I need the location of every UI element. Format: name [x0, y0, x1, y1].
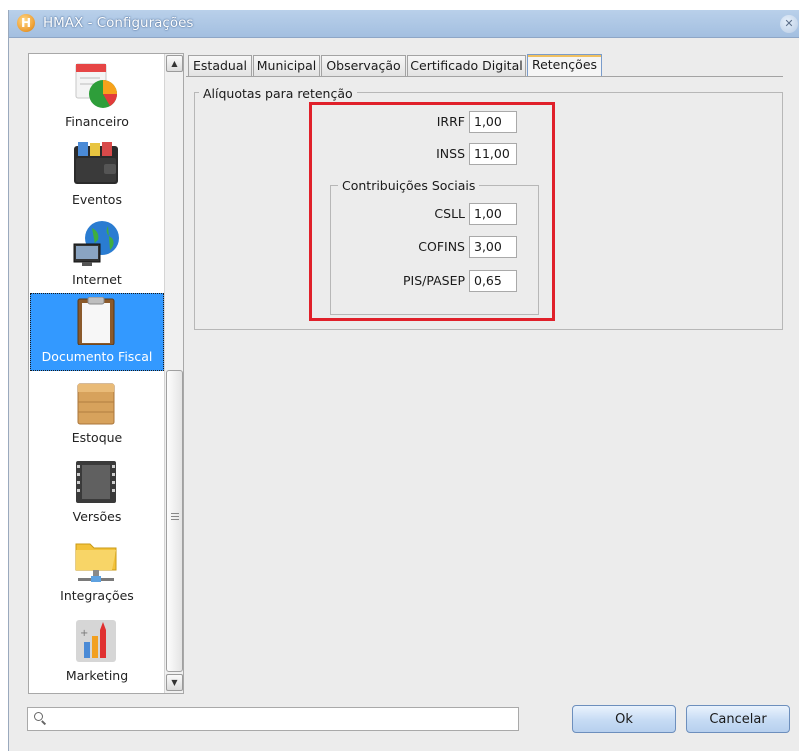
aliquotas-legend: Alíquotas para retenção — [199, 86, 357, 101]
title-bar[interactable]: H HMAX - Configurações ✕ — [9, 10, 799, 38]
tab-label: Retenções — [531, 57, 598, 72]
sidebar-item-label: Marketing — [65, 668, 129, 683]
film-icon — [76, 461, 116, 503]
wallet-icon — [74, 142, 118, 184]
grip-icon — [171, 513, 179, 514]
chevron-down-icon[interactable]: ▼ — [166, 674, 183, 691]
ok-button[interactable]: Ok — [572, 705, 676, 733]
box-icon — [77, 383, 115, 425]
sidebar-item-label: Internet — [72, 272, 122, 287]
cancel-button-label: Cancelar — [709, 712, 767, 727]
tab-certificado-digital[interactable]: Certificado Digital — [407, 55, 526, 76]
clipboard-icon — [77, 297, 115, 345]
search-icon — [34, 712, 43, 721]
sidebar-item-eventos[interactable]: Eventos — [30, 136, 164, 214]
finance-pie-chart-icon — [75, 63, 117, 108]
sidebar-item-label: Eventos — [72, 192, 122, 207]
tab-label: Observação — [326, 58, 401, 73]
sidebar-item-label: Versões — [72, 509, 122, 524]
highlight-box — [309, 102, 555, 321]
sidebar-item-versoes[interactable]: Versões — [30, 453, 164, 531]
sidebar-item-integracoes[interactable]: Integrações — [30, 532, 164, 610]
globe-computer-icon — [73, 221, 119, 266]
sidebar-item-estoque[interactable]: Estoque — [30, 374, 164, 452]
app-logo-icon: H — [17, 14, 35, 32]
sidebar-scrollbar[interactable]: ▲ ▼ — [164, 54, 183, 693]
tab-retencoes[interactable]: Retenções — [527, 54, 602, 76]
chevron-up-icon[interactable]: ▲ — [166, 55, 183, 72]
folder-network-icon — [75, 543, 117, 582]
tab-estadual[interactable]: Estadual — [188, 55, 252, 76]
svg-text:+: + — [80, 628, 88, 639]
category-list: Financeiro Eventos Internet Documento Fi… — [29, 54, 164, 693]
sidebar-item-label: Estoque — [71, 430, 123, 445]
tab-label: Estadual — [193, 58, 247, 73]
sidebar-item-label: Financeiro — [65, 114, 129, 129]
close-icon[interactable]: ✕ — [780, 15, 798, 33]
bar-chart-arrow-icon: + — [76, 620, 116, 662]
sidebar-item-internet[interactable]: Internet — [30, 216, 164, 294]
window-title: HMAX - Configurações — [43, 15, 194, 31]
search-input[interactable] — [27, 707, 519, 731]
sidebar-item-financeiro[interactable]: Financeiro — [30, 58, 164, 136]
ok-button-label: Ok — [615, 712, 633, 727]
category-sidebar: Financeiro Eventos Internet Documento Fi… — [28, 53, 184, 694]
cancel-button[interactable]: Cancelar — [686, 705, 790, 733]
sidebar-item-label: Integrações — [60, 588, 134, 603]
tab-label: Certificado Digital — [410, 58, 523, 73]
sidebar-item-marketing[interactable]: + Marketing — [30, 612, 164, 690]
tab-label: Municipal — [256, 58, 317, 73]
tab-municipal[interactable]: Municipal — [253, 55, 320, 76]
scrollbar-thumb[interactable] — [166, 370, 183, 672]
tab-observacao[interactable]: Observação — [321, 55, 406, 76]
sidebar-item-documento-fiscal[interactable]: Documento Fiscal — [30, 293, 164, 371]
sidebar-item-label: Documento Fiscal — [41, 349, 153, 364]
